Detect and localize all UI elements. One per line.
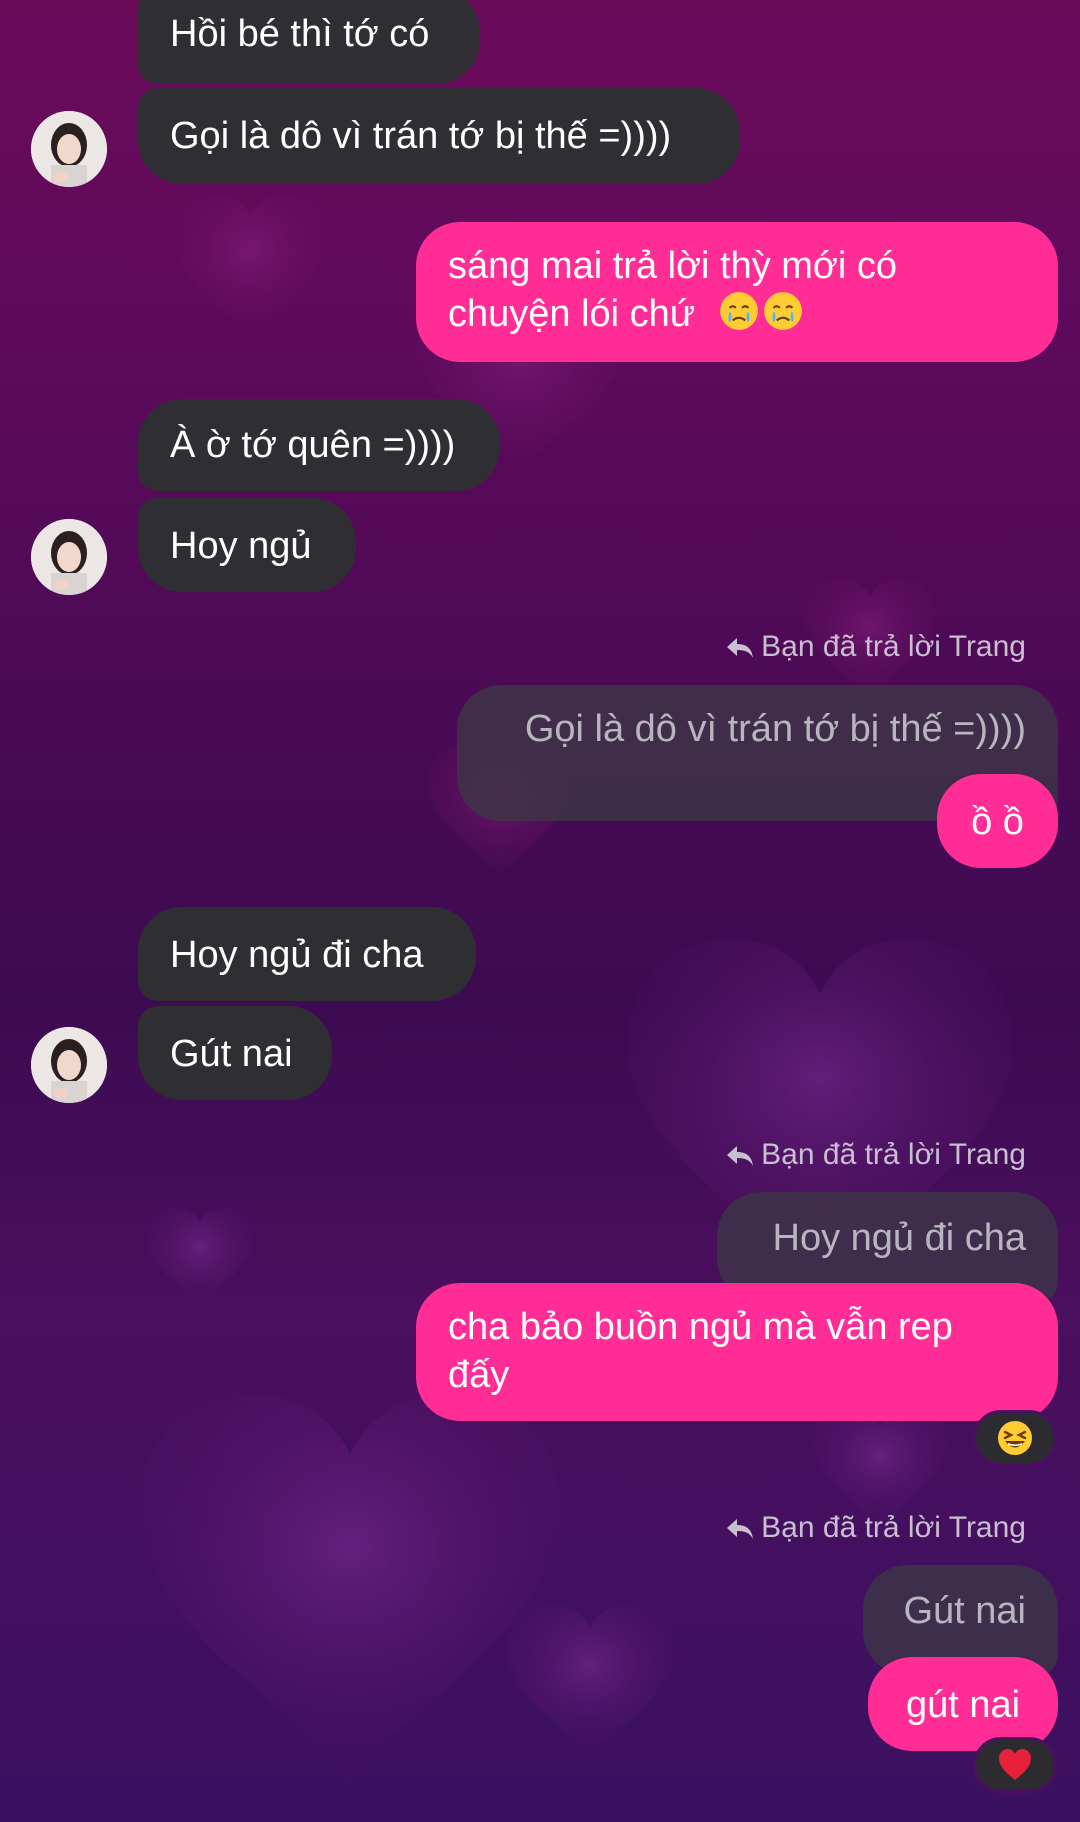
message-text: À ờ tớ quên =)))) <box>170 424 456 466</box>
avatar[interactable] <box>31 519 107 595</box>
quoted-text: Hoy ngủ đi cha <box>772 1217 1027 1259</box>
outgoing-message[interactable]: sáng mai trả lời thỳ mới có chuyện lói c… <box>416 222 1058 362</box>
reply-arrow-icon <box>727 1519 754 1540</box>
message-text: Hồi bé thì tớ có <box>170 13 430 55</box>
message-text-line: đấy <box>448 1354 510 1396</box>
avatar[interactable] <box>31 1027 107 1103</box>
reply-indicator: Bạn đã trả lời Trang <box>725 1138 1026 1172</box>
reply-indicator: Bạn đã trả lời Trang <box>725 630 1026 664</box>
outgoing-message[interactable]: ồ ồ <box>937 774 1058 868</box>
heart-emoji-icon <box>999 1749 1031 1780</box>
reply-indicator: Bạn đã trả lời Trang <box>725 1511 1026 1545</box>
message-text: Hoy ngủ <box>170 525 312 567</box>
incoming-message[interactable]: Hoy ngủ đi cha <box>138 907 476 1001</box>
message-text: Hoy ngủ đi cha <box>170 934 424 976</box>
crying-face-emoji-icon <box>763 292 802 330</box>
message-reaction[interactable] <box>973 1410 1057 1466</box>
message-text: ồ ồ <box>971 801 1024 843</box>
profile-photo-icon <box>31 519 107 595</box>
quoted-text: Gút nai <box>903 1590 1026 1632</box>
message-text-line: cha bảo buồn ngủ mà vẫn rep <box>448 1306 953 1348</box>
avatar[interactable] <box>31 111 107 187</box>
crying-face-emoji-icon <box>719 292 758 330</box>
reply-arrow-icon <box>727 638 754 659</box>
message-text: Gút nai <box>170 1033 293 1075</box>
profile-photo-icon <box>31 111 107 187</box>
message-text-line: chuyện lói chứ <box>448 293 696 335</box>
message-text: gút nai <box>905 1684 1021 1726</box>
quoted-text: Gọi là dô vì trán tớ bị thế =)))) <box>524 708 1026 750</box>
profile-photo-icon <box>31 1027 107 1103</box>
incoming-message[interactable]: Hoy ngủ <box>138 498 356 592</box>
laughing-emoji-icon <box>998 1421 1032 1455</box>
reply-arrow-icon <box>727 1146 754 1167</box>
incoming-message[interactable]: Gọi là dô vì trán tớ bị thế =)))) <box>138 88 740 184</box>
outgoing-message[interactable]: cha bảo buồn ngủ mà vẫn rep đấy <box>416 1283 1058 1421</box>
incoming-message[interactable]: Gút nai <box>138 1006 332 1100</box>
message-text: Gọi là dô vì trán tớ bị thế =)))) <box>170 115 672 157</box>
incoming-message[interactable]: Hồi bé thì tớ có <box>138 0 480 84</box>
message-reaction[interactable] <box>973 1737 1057 1793</box>
incoming-message[interactable]: À ờ tớ quên =)))) <box>138 399 500 491</box>
message-text-line: sáng mai trả lời thỳ mới có <box>448 245 897 287</box>
